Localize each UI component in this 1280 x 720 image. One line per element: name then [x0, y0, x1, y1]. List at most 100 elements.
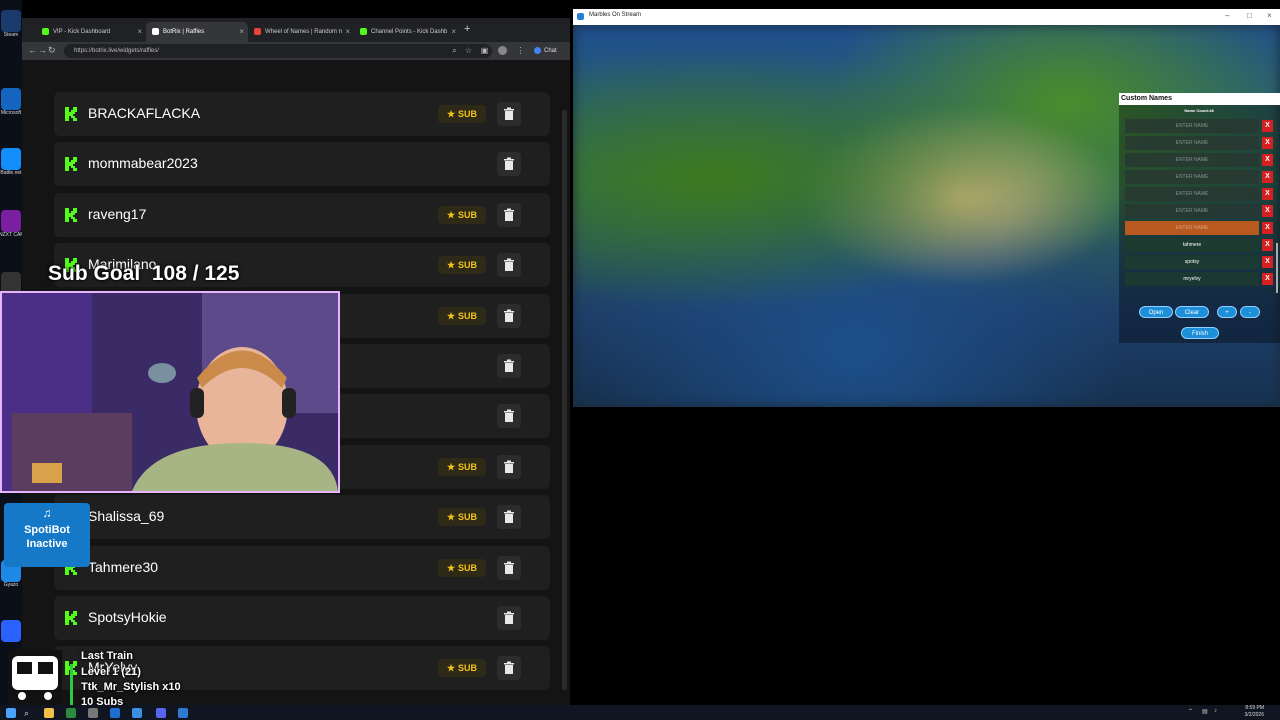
delete-button[interactable]: [497, 404, 521, 428]
name-input[interactable]: ENTER NAME: [1125, 119, 1259, 133]
tab-botrix-raffles[interactable]: BotRix | Raffles ×: [146, 22, 248, 42]
name-input[interactable]: ENTER NAME: [1125, 204, 1259, 218]
app-icon[interactable]: [132, 708, 142, 718]
maximize-icon[interactable]: □: [1247, 11, 1252, 20]
remove-name-button[interactable]: X: [1262, 205, 1273, 217]
plus-button[interactable]: +: [1217, 306, 1237, 318]
name-input[interactable]: spotsy: [1125, 255, 1259, 269]
remove-name-button[interactable]: X: [1262, 256, 1273, 268]
desktop-icon[interactable]: Steam: [1, 10, 21, 38]
marbles-app-icon: [577, 13, 584, 20]
name-input[interactable]: ENTER NAME: [1125, 221, 1259, 235]
delete-button[interactable]: [497, 253, 521, 277]
last-train-label: Last Train: [81, 650, 133, 662]
close-icon[interactable]: ×: [239, 22, 244, 42]
sub-badge: ★ SUB: [438, 307, 486, 325]
desktop-icon[interactable]: NZXT CAM: [0, 210, 23, 238]
page-scrollbar[interactable]: [562, 110, 567, 690]
sub-goal-overlay: Sub Goal 108 / 125: [48, 262, 240, 285]
delete-button[interactable]: [497, 152, 521, 176]
file-explorer-icon[interactable]: [44, 708, 54, 718]
remove-name-button[interactable]: X: [1262, 273, 1273, 285]
delete-button[interactable]: [497, 304, 521, 328]
trash-icon: [504, 309, 514, 322]
tab-vip-kick-dashboard[interactable]: VIP - Kick Dashboard ×: [36, 22, 146, 42]
open-button[interactable]: Open: [1139, 306, 1173, 318]
url-input[interactable]: https://botrix.live/widgets/raffles/: [64, 44, 492, 58]
menu-icon[interactable]: ⋮: [516, 46, 525, 55]
close-icon[interactable]: ×: [451, 22, 456, 42]
sub-badge: ★ SUB: [438, 206, 486, 224]
reload-icon[interactable]: ↻: [48, 45, 56, 56]
names-scrollbar[interactable]: [1276, 243, 1278, 293]
name-input[interactable]: tahmere: [1125, 238, 1259, 252]
sub-label: SUB: [458, 462, 478, 472]
raffle-user-name: mommabear2023: [88, 155, 198, 171]
tab-channel-points[interactable]: Channel Points - Kick Dashb ×: [354, 22, 460, 42]
star-icon: ★: [446, 462, 456, 472]
close-icon[interactable]: ×: [1267, 11, 1272, 20]
tab-wheel-of-names[interactable]: Wheel of Names | Random n ×: [248, 22, 354, 42]
name-input[interactable]: ENTER NAME: [1125, 153, 1259, 167]
desktop-icon[interactable]: [1, 620, 21, 642]
app-icon[interactable]: [88, 708, 98, 718]
close-icon[interactable]: ×: [345, 22, 350, 42]
minus-button[interactable]: -: [1240, 306, 1260, 318]
search-icon[interactable]: ⌕: [450, 46, 459, 55]
profile-icon[interactable]: [498, 46, 507, 55]
delete-button[interactable]: [497, 354, 521, 378]
new-tab-button[interactable]: +: [464, 23, 470, 35]
delete-button[interactable]: [497, 556, 521, 580]
chrome-icon[interactable]: [66, 708, 76, 718]
desktop-icon[interactable]: Battle.net: [0, 148, 22, 176]
sub-badge: ★ SUB: [438, 105, 486, 123]
kick-icon: [65, 157, 77, 171]
app-icon[interactable]: [110, 708, 120, 718]
kick-icon: [65, 107, 77, 121]
kick-tab-icon: [360, 27, 367, 35]
chevron-up-icon[interactable]: ⌃: [1188, 708, 1193, 715]
delete-button[interactable]: [497, 203, 521, 227]
back-icon[interactable]: ←: [28, 45, 37, 55]
network-icon[interactable]: ▤: [1202, 708, 1208, 715]
sub-label: SUB: [458, 109, 478, 119]
name-input[interactable]: ENTER NAME: [1125, 136, 1259, 150]
clear-button[interactable]: Clear: [1175, 306, 1209, 318]
app-icon[interactable]: [178, 708, 188, 718]
remove-name-button[interactable]: X: [1262, 239, 1273, 251]
trash-icon: [504, 510, 514, 523]
name-input[interactable]: mryelvy: [1125, 272, 1259, 286]
desktop-icon[interactable]: Microsoft: [1, 88, 21, 116]
extensions-icon[interactable]: ▣: [480, 46, 489, 55]
desktop-icon-label: NZXT CAM: [0, 232, 23, 238]
discord-icon[interactable]: [156, 708, 166, 718]
start-icon[interactable]: [6, 708, 16, 718]
delete-button[interactable]: [497, 656, 521, 680]
chat-button[interactable]: Chat: [534, 45, 557, 57]
wheel-tab-icon: [254, 27, 261, 35]
desktop: Steam Microsoft Battle.net NZXT CAM Gyazo VI…: [0, 0, 1280, 720]
remove-name-button[interactable]: X: [1262, 188, 1273, 200]
remove-name-button[interactable]: X: [1262, 222, 1273, 234]
name-input[interactable]: ENTER NAME: [1125, 170, 1259, 184]
sub-label: SUB: [458, 311, 478, 321]
panel-title: Custom Names: [1119, 93, 1280, 105]
search-icon[interactable]: ⌕: [24, 708, 34, 718]
forward-icon[interactable]: →: [38, 45, 47, 55]
finish-button[interactable]: Finish: [1181, 327, 1219, 339]
delete-button[interactable]: [497, 505, 521, 529]
delete-button[interactable]: [497, 606, 521, 630]
remove-name-button[interactable]: X: [1262, 120, 1273, 132]
name-input[interactable]: ENTER NAME: [1125, 187, 1259, 201]
remove-name-button[interactable]: X: [1262, 154, 1273, 166]
star-icon[interactable]: ☆: [464, 46, 473, 55]
remove-name-button[interactable]: X: [1262, 137, 1273, 149]
clock[interactable]: 8:59 PM 3/2/2026: [1228, 705, 1264, 719]
delete-button[interactable]: [497, 102, 521, 126]
minimize-icon[interactable]: –: [1225, 11, 1229, 20]
volume-icon[interactable]: ♪: [1214, 708, 1217, 714]
close-icon[interactable]: ×: [137, 22, 142, 42]
remove-name-button[interactable]: X: [1262, 171, 1273, 183]
delete-button[interactable]: [497, 455, 521, 479]
window-title: Marbles On Stream: [589, 12, 642, 18]
